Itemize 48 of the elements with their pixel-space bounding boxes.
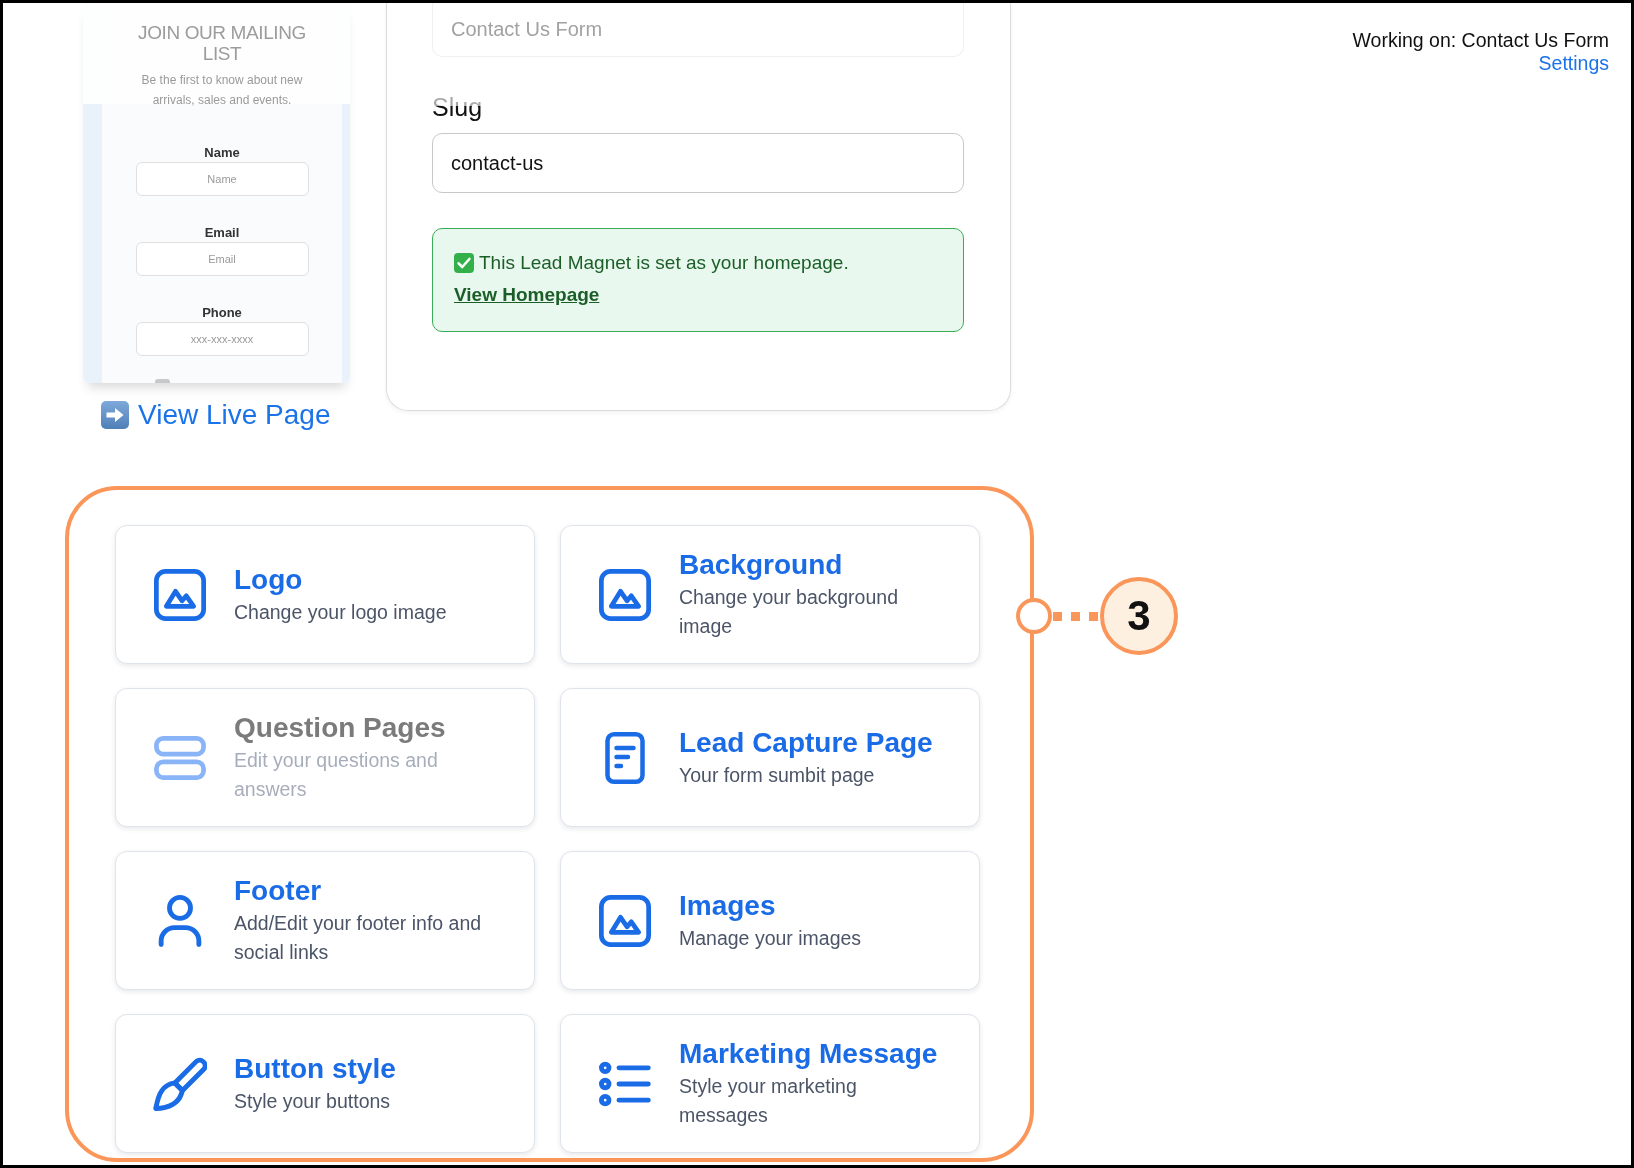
step-badge: 3 — [1100, 577, 1178, 655]
section-title: Footer — [234, 874, 323, 908]
section-title: Marketing Message — [679, 1037, 938, 1071]
stacked-rectangles-icon — [154, 735, 206, 780]
section-card[interactable]: Images Manage your images — [560, 851, 980, 990]
section-description: Manage your images — [679, 925, 862, 951]
section-card[interactable]: Marketing Message Style your marketing messages — [560, 1014, 980, 1153]
section-card[interactable]: Background Change your background image — [560, 525, 980, 664]
section-description: Edit your questions and answers — [234, 748, 439, 802]
view-homepage-link[interactable]: View Homepage — [454, 284, 600, 305]
person-icon — [157, 894, 203, 947]
image-icon — [599, 568, 651, 621]
section-title: Button style — [234, 1051, 396, 1086]
section-description: Your form sumbit page — [679, 762, 876, 788]
paintbrush-icon — [153, 1056, 207, 1111]
document-icon — [603, 731, 647, 784]
preview-subheading: Be the first to know about new arrivals, sales and events. — [140, 72, 304, 109]
section-description: Style your buttons — [234, 1088, 392, 1114]
section-title: Lead Capture Page — [679, 725, 933, 760]
preview-field-label: Phone — [202, 305, 242, 321]
section-description: Style your marketing messages — [679, 1074, 858, 1128]
section-card[interactable]: Button style Style your buttons — [115, 1014, 535, 1153]
section-description: Add/Edit your footer info and social links — [234, 911, 483, 965]
preview-input-field[interactable]: Name — [135, 162, 309, 196]
preview-field-label: Email — [204, 225, 240, 241]
section-description: Change your background image — [679, 585, 899, 639]
notice-text: This Lead Magnet is set as your homepage. — [479, 251, 849, 275]
working-on-label: Working on: Contact Us Form — [1351, 29, 1609, 52]
check-icon — [454, 253, 474, 273]
dotted-leader-line — [1052, 611, 1100, 621]
section-card[interactable]: Logo Change your logo image — [115, 525, 535, 664]
section-title: Logo — [234, 562, 304, 597]
section-card[interactable]: Footer Add/Edit your footer info and social links — [115, 851, 535, 990]
image-icon — [599, 894, 651, 947]
list-icon — [599, 1060, 651, 1107]
section-title: Background — [679, 548, 844, 582]
section-title: Images — [679, 888, 777, 923]
section-title: Question Pages — [234, 711, 447, 745]
view-live-page-link[interactable]: View Live Page — [101, 398, 331, 432]
settings-link[interactable]: Settings — [1538, 52, 1609, 74]
preview-heading: JOIN OUR MAILING LIST — [137, 22, 307, 64]
image-icon — [154, 568, 206, 621]
preview-input-field[interactable]: Email — [135, 242, 309, 276]
preview-field-label: Name — [204, 145, 240, 161]
preview-input-field[interactable]: xxx-xxx-xxxx — [135, 322, 309, 356]
slug-input-field[interactable]: contact-us — [432, 133, 964, 193]
section-description: Change your logo image — [234, 599, 447, 625]
section-card[interactable]: Lead Capture Page Your form sumbit page — [560, 688, 980, 827]
